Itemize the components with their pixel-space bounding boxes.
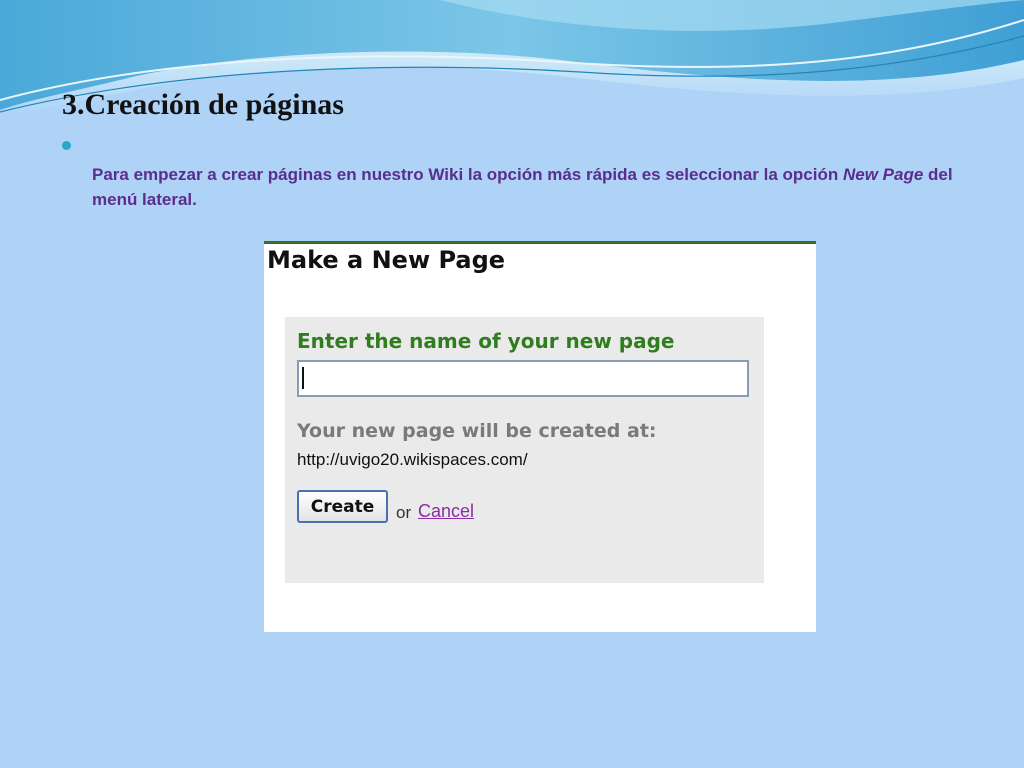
slide-body-text: Para empezar a crear páginas en nuestro … xyxy=(92,162,972,212)
wiki-new-page-dialog: Make a New Page Enter the name of your n… xyxy=(264,241,816,632)
create-button[interactable]: Create xyxy=(297,490,388,523)
body-text-emphasis: New Page xyxy=(842,165,924,184)
page-url: http://uvigo20.wikispaces.com/ xyxy=(297,450,528,469)
dialog-title: Make a New Page xyxy=(267,246,506,274)
slide-title: 3.Creación de páginas xyxy=(62,88,344,121)
bullet-icon xyxy=(62,141,71,150)
page-name-input[interactable] xyxy=(297,360,749,397)
body-text-start: Para empezar a crear páginas en nuestro … xyxy=(92,165,843,184)
created-at-label: Your new page will be created at: xyxy=(297,420,657,442)
or-text: or xyxy=(396,503,412,522)
cancel-link[interactable]: Cancel xyxy=(418,501,474,522)
new-page-form: Enter the name of your new page Your new… xyxy=(285,317,764,583)
form-heading: Enter the name of your new page xyxy=(297,329,675,353)
text-cursor xyxy=(302,367,304,389)
